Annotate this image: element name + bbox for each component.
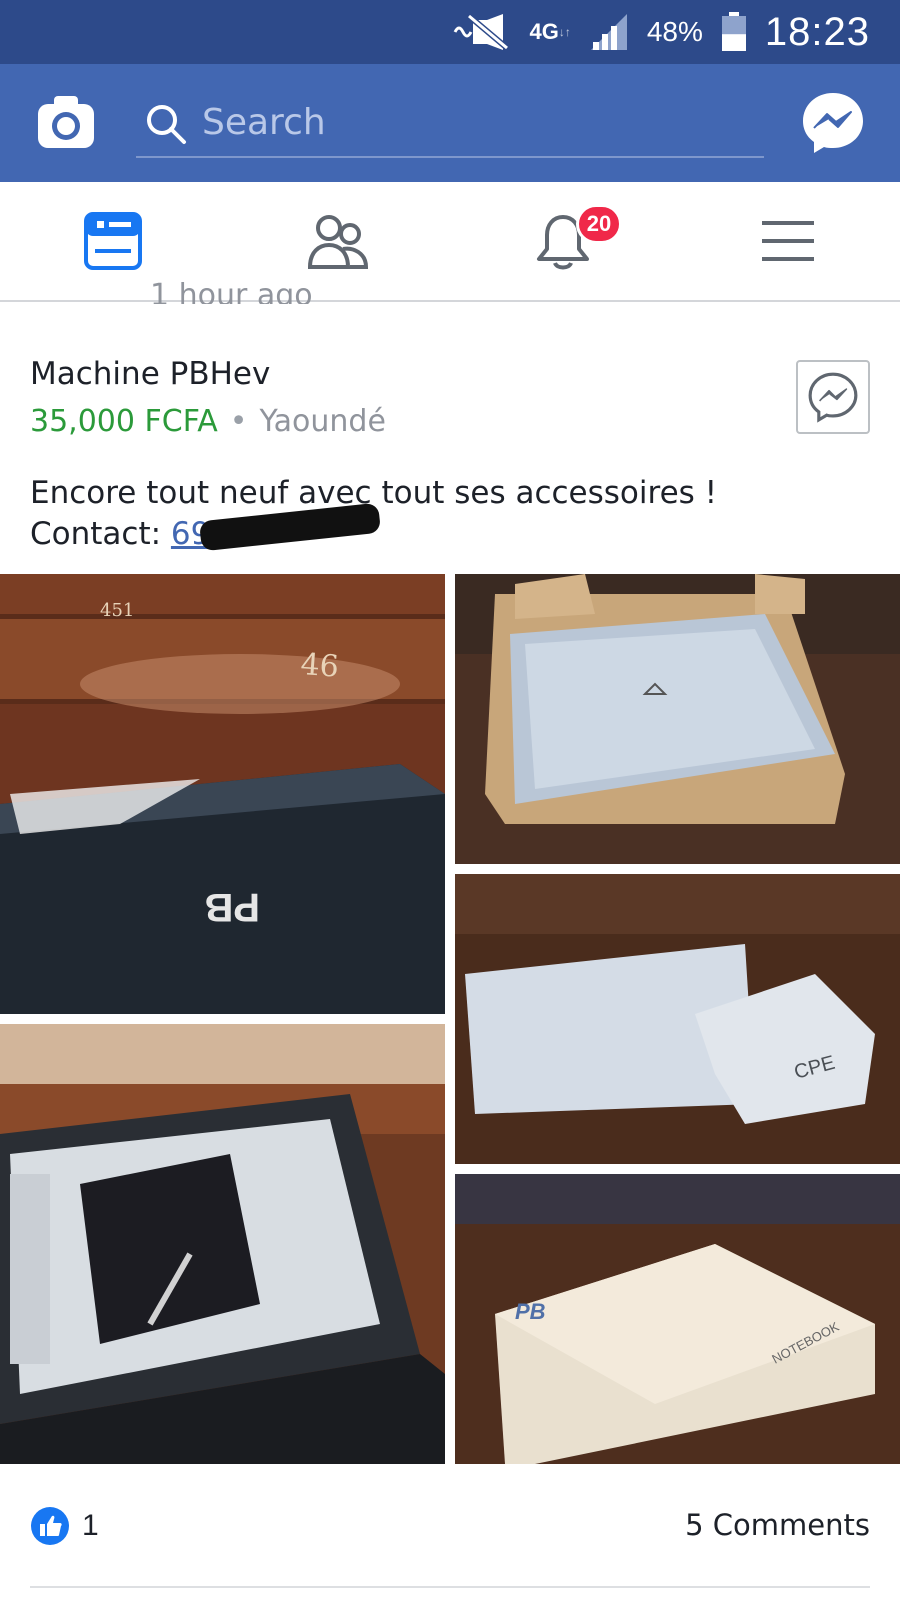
like-icon	[31, 1507, 69, 1545]
status-bar: 4G ↓↑ 48% 18:23	[0, 0, 900, 64]
contact-label: Contact:	[30, 516, 162, 552]
notification-badge: 20	[576, 204, 622, 244]
friends-icon	[307, 215, 368, 269]
message-seller-button[interactable]	[796, 360, 870, 434]
messenger-icon	[808, 372, 858, 423]
pb-box-logo: PB	[515, 1299, 546, 1324]
listing-title[interactable]: Machine PBHev	[30, 356, 270, 392]
listing-photo-2[interactable]	[455, 574, 900, 864]
messenger-icon[interactable]	[800, 90, 866, 156]
search-input[interactable]	[202, 96, 742, 148]
tab-menu[interactable]	[675, 182, 900, 300]
comments-count-link[interactable]: 5 Comments	[685, 1508, 870, 1542]
listing-photo-3[interactable]: CPE	[455, 874, 900, 1164]
clock: 18:23	[764, 9, 870, 54]
separator-dot: •	[229, 404, 248, 439]
listing-location: Yaoundé	[259, 404, 386, 439]
battery-percent: 48%	[646, 16, 703, 47]
svg-text:451: 451	[100, 600, 134, 621]
app-header	[0, 64, 900, 182]
svg-text:46: 46	[299, 647, 340, 685]
like-count: 1	[82, 1509, 99, 1542]
listing-photo-4[interactable]	[0, 1024, 445, 1464]
tab-notifications[interactable]: 20	[450, 182, 675, 300]
listing-photo-5[interactable]: PB NOTEBOOK	[455, 1174, 900, 1464]
news-feed-icon	[83, 212, 142, 270]
nav-tabs: 20	[0, 182, 900, 302]
menu-icon	[761, 221, 814, 261]
divider	[30, 1586, 870, 1588]
signal-icon	[589, 12, 629, 52]
contact-line: Contact: 69	[30, 516, 210, 552]
camera-icon[interactable]	[36, 94, 96, 150]
search-icon	[147, 105, 186, 144]
price-location-line: 35,000 FCFA • Yaoundé	[30, 404, 386, 439]
reactions-summary[interactable]: 1	[30, 1504, 99, 1548]
mute-icon	[451, 12, 511, 52]
network-type: 4G ↓↑	[529, 19, 571, 44]
previous-post-timestamp: 1 hour ago	[150, 278, 313, 304]
listing-photo-1[interactable]: 46 451 PB	[0, 574, 445, 1014]
battery-icon	[721, 12, 747, 52]
listing-description: Encore tout neuf avec tout ses accessoir…	[30, 475, 718, 511]
search-bar[interactable]	[136, 88, 764, 158]
pb-logo-text: PB	[204, 885, 260, 929]
listing-price: 35,000 FCFA	[30, 404, 218, 439]
